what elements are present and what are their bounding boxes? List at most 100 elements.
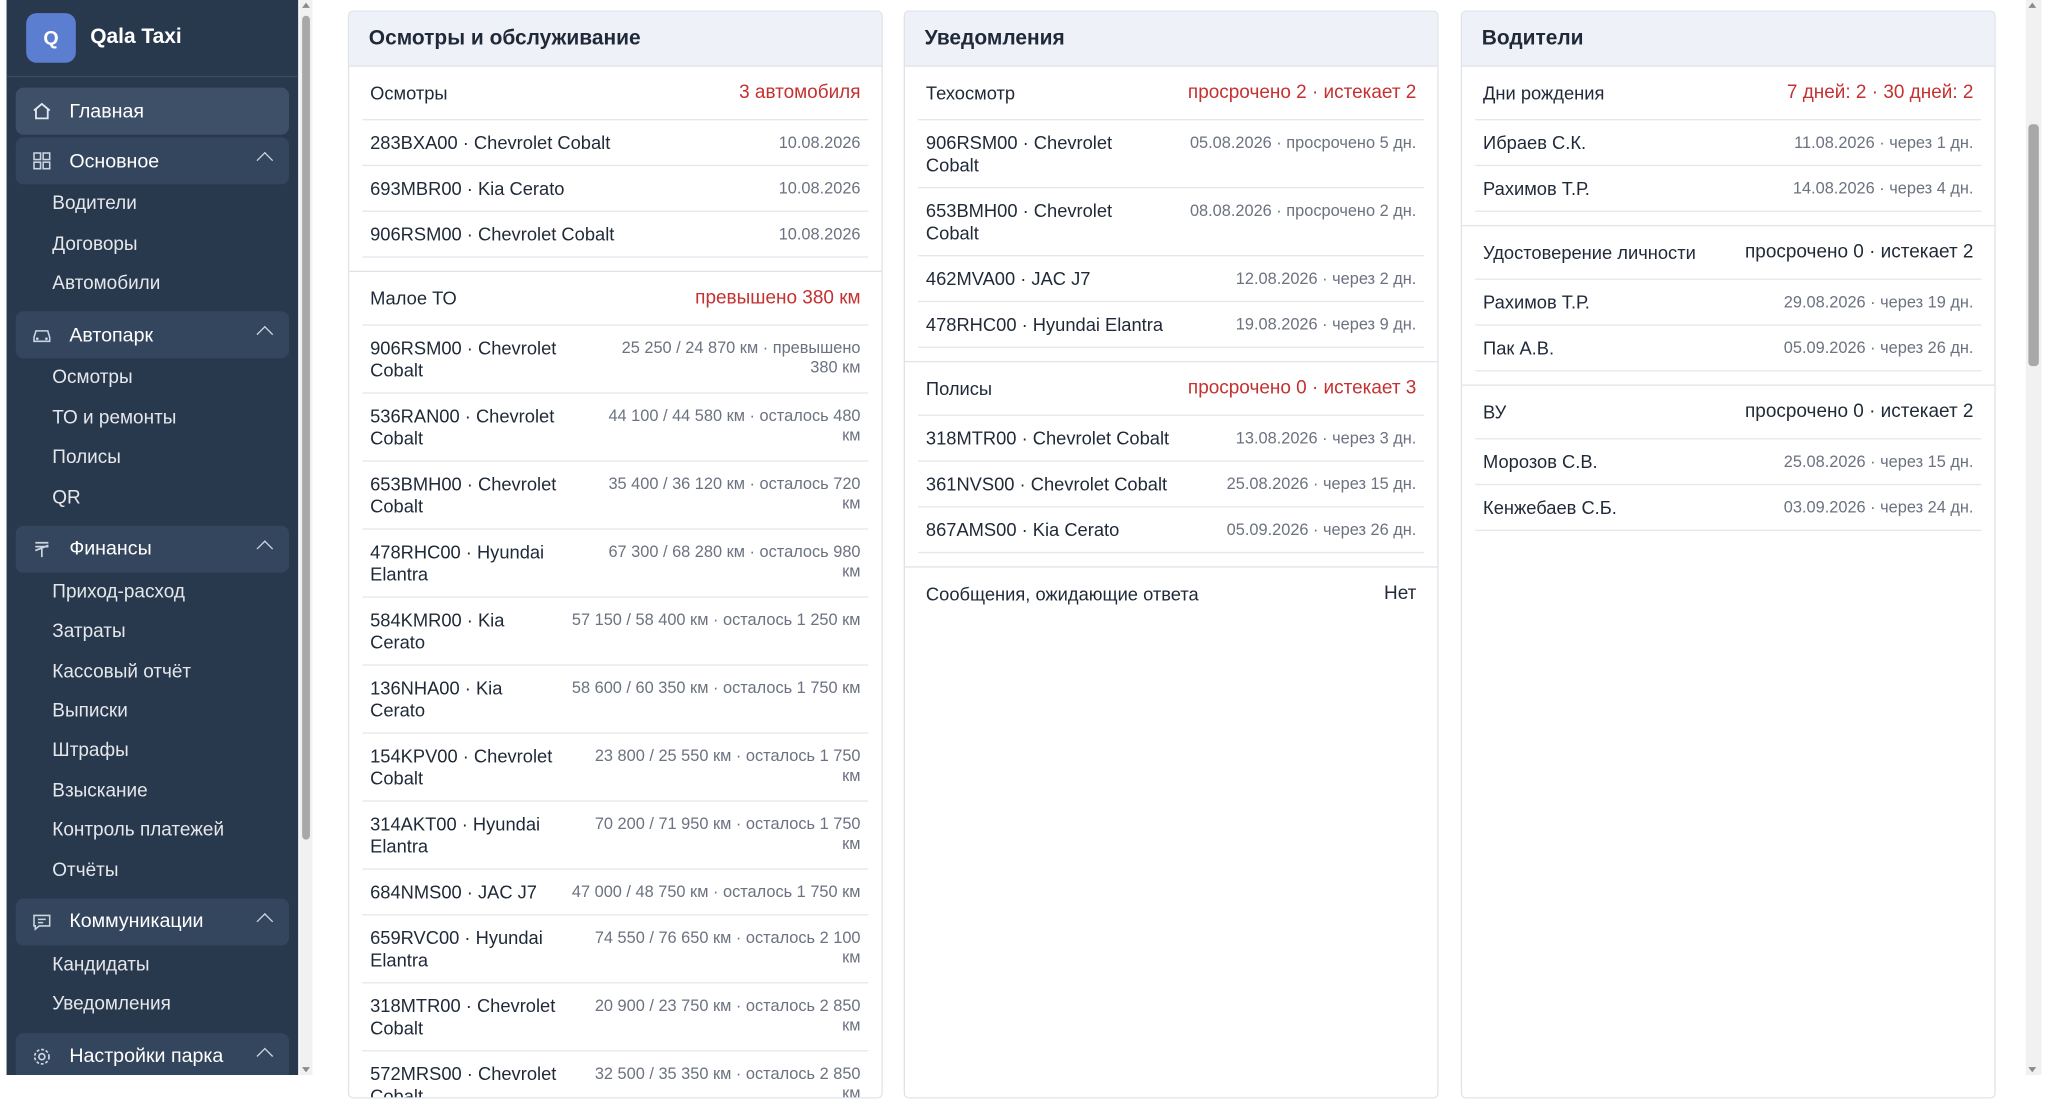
app-name: Qala Taxi bbox=[90, 26, 182, 49]
nav-item-statements[interactable]: Выписки bbox=[16, 692, 289, 732]
nav-section-main[interactable]: Основное bbox=[15, 137, 290, 185]
row-info: 03.09.2026 · через 24 дн. bbox=[1783, 498, 1974, 517]
list-item[interactable]: 314AKT00 · Hyundai Elantra 70 200 / 71 95… bbox=[362, 802, 869, 870]
nav-section-fleet-settings[interactable]: Настройки парка bbox=[15, 1032, 290, 1076]
list-item[interactable]: 361NVS00 · Chevrolet Cobalt 25.08.2026 · … bbox=[918, 462, 1425, 508]
nav-section-communications[interactable]: Коммуникации bbox=[15, 898, 290, 946]
row-info: 08.08.2026 · просрочено 2 дн. bbox=[1189, 201, 1417, 220]
car-name: 314AKT00 · Hyundai Elantra bbox=[370, 813, 541, 857]
divider bbox=[904, 348, 1438, 363]
chevron-up-icon[interactable] bbox=[256, 539, 274, 557]
nav-item-notifications[interactable]: Уведомления bbox=[16, 985, 289, 1025]
sidebar-nav: Главная Основное Водители Договоры Автом… bbox=[7, 77, 299, 1076]
list-item[interactable]: 653BMH00 · Chevrolet Cobalt 35 400 / 36 1… bbox=[362, 462, 869, 530]
section-label: Удостоверение личности bbox=[1483, 241, 1696, 263]
list-item[interactable]: 659RVC00 · Hyundai Elantra 74 550 / 76 65… bbox=[362, 915, 869, 984]
nav-item-cars[interactable]: Автомобили bbox=[16, 264, 289, 304]
list-item[interactable]: 478RHC00 · Hyundai Elantra 19.08.2026 · ч… bbox=[918, 302, 1425, 348]
row-info: 44 100 / 44 580 км · осталось 480 км bbox=[608, 406, 861, 445]
scroll-up-arrow-icon[interactable] bbox=[2028, 2, 2037, 8]
nav-item-qr[interactable]: QR bbox=[16, 478, 289, 518]
list-item[interactable]: 154KPV00 · Chevrolet Cobalt 23 800 / 25 5… bbox=[362, 734, 869, 802]
card-title: Водители bbox=[1462, 11, 1995, 67]
list-item[interactable]: 906RSM00 · Chevrolet Cobalt 25 250 / 24 8… bbox=[362, 326, 869, 394]
nav-item-cash-report[interactable]: Кассовый отчёт bbox=[16, 652, 289, 692]
license-section-header[interactable]: ВУ просрочено 0 · истекает 2 bbox=[1475, 386, 1982, 440]
list-item[interactable]: 136NHA00 · Kia Cerato 58 600 / 60 350 км … bbox=[362, 666, 869, 734]
list-item[interactable]: 584KMR00 · Kia Cerato 57 150 / 58 400 км … bbox=[362, 598, 869, 666]
row-info: 57 150 / 58 400 км · осталось 1 250 км bbox=[571, 610, 861, 630]
list-item[interactable]: 684NMS00 · JAC J7 47 000 / 48 750 км · ос… bbox=[362, 870, 869, 916]
nav-item-payment-control[interactable]: Контроль платежей bbox=[16, 811, 289, 851]
section-label: Осмотры bbox=[370, 82, 448, 104]
nav-item-expenses[interactable]: Затраты bbox=[16, 612, 289, 652]
card-title: Осмотры и обслуживание bbox=[349, 11, 882, 67]
list-item[interactable]: 867AMS00 · Kia Cerato 05.09.2026 · через … bbox=[918, 507, 1425, 554]
nav-item-collection[interactable]: Взыскание bbox=[16, 771, 289, 811]
section-label: Техосмотр bbox=[925, 82, 1016, 104]
chevron-up-icon[interactable] bbox=[256, 1047, 274, 1064]
list-item[interactable]: 462MVA00 · JAC J7 12.08.2026 · через 2 дн… bbox=[918, 256, 1425, 303]
app-logo: Q bbox=[26, 13, 76, 63]
driver-name: Рахимов Т.Р. bbox=[1483, 177, 1590, 199]
list-item[interactable]: 693MBR00 · Kia Cerato 10.08.2026 bbox=[362, 166, 869, 212]
nav-item-fines[interactable]: Штрафы bbox=[16, 731, 289, 771]
list-item[interactable]: 906RSM00 · Chevrolet Cobalt 05.08.2026 · … bbox=[918, 120, 1425, 189]
list-item[interactable]: 283BXA00 · Chevrolet Cobalt 10.08.2026 bbox=[362, 120, 869, 167]
messages-section-header[interactable]: Сообщения, ожидающие ответа Нет bbox=[918, 568, 1424, 620]
inspections-section-header[interactable]: Осмотры 3 автомобиля bbox=[362, 67, 869, 121]
list-item[interactable]: 653BMH00 · Chevrolet Cobalt 08.08.2026 · … bbox=[918, 188, 1425, 257]
row-info: 47 000 / 48 750 км · осталось 1 750 км bbox=[571, 882, 861, 902]
nav-item-candidates[interactable]: Кандидаты bbox=[16, 945, 289, 985]
row-info: 25.08.2026 · через 15 дн. bbox=[1226, 474, 1417, 494]
chevron-up-icon[interactable] bbox=[256, 912, 274, 930]
birthdays-section-header[interactable]: Дни рождения 7 дней: 2 · 30 дней: 2 bbox=[1475, 67, 1982, 121]
maintenance-section-header[interactable]: Малое ТО превышено 380 км bbox=[362, 272, 869, 326]
page-scrollbar-thumb[interactable] bbox=[2028, 124, 2039, 367]
scroll-up-arrow-icon[interactable] bbox=[302, 2, 310, 8]
list-item[interactable]: Рахимов Т.Р. 14.08.2026 · через 4 дн. bbox=[1475, 166, 1982, 212]
list-item[interactable]: Морозов С.В. 25.08.2026 · через 15 дн. bbox=[1475, 439, 1982, 486]
list-item[interactable]: 906RSM00 · Chevrolet Cobalt 10.08.2026 bbox=[362, 212, 869, 258]
brand[interactable]: Q Qala Taxi bbox=[6, 0, 299, 78]
chevron-up-icon[interactable] bbox=[256, 326, 274, 343]
status-badge: просрочено 0 · истекает 2 bbox=[1745, 401, 1974, 423]
list-item[interactable]: 572MRS00 · Chevrolet Cobalt 32 500 / 35 3… bbox=[362, 1051, 868, 1097]
scroll-down-arrow-icon[interactable] bbox=[302, 1067, 310, 1073]
status-badge: просрочено 2 · истекает 2 bbox=[1187, 82, 1417, 104]
sidebar-scrollbar-thumb[interactable] bbox=[302, 15, 310, 840]
scroll-down-arrow-icon[interactable] bbox=[2028, 1067, 2037, 1073]
list-item[interactable]: Рахимов Т.Р. 29.08.2026 · через 19 дн. bbox=[1475, 280, 1982, 326]
policies-section-header[interactable]: Полисы просрочено 0 · истекает 3 bbox=[918, 362, 1425, 416]
nav-item-maintenance[interactable]: ТО и ремонты bbox=[16, 398, 289, 438]
home-icon bbox=[31, 101, 52, 122]
nav-section-finance[interactable]: Финансы bbox=[15, 525, 290, 573]
sidebar-scrollbar[interactable] bbox=[299, 0, 313, 1076]
list-item[interactable]: Кенжебаев С.Б. 03.09.2026 · через 24 дн. bbox=[1475, 485, 1982, 531]
nav-item-drivers[interactable]: Водители bbox=[16, 184, 289, 224]
list-item[interactable]: 536RAN00 · Chevrolet Cobalt 44 100 / 44 5… bbox=[362, 394, 869, 462]
row-info: 23 800 / 25 550 км · осталось 1 750 км bbox=[594, 746, 861, 785]
car-name: 361NVS00 · Chevrolet Cobalt bbox=[925, 473, 1168, 495]
car-name: 906RSM00 · Chevrolet Cobalt bbox=[370, 223, 615, 245]
nav-item-policies[interactable]: Полисы bbox=[16, 438, 289, 478]
nav-item-inspections[interactable]: Осмотры bbox=[16, 359, 289, 399]
list-item[interactable]: Ибраев С.К. 11.08.2026 · через 1 дн. bbox=[1475, 120, 1982, 167]
page-scrollbar[interactable] bbox=[2025, 0, 2042, 1076]
nav-item-income-expense[interactable]: Приход-расход bbox=[16, 572, 289, 612]
nav-item-contracts[interactable]: Договоры bbox=[16, 224, 289, 264]
list-item[interactable]: 318MTR00 · Chevrolet Cobalt 13.08.2026 · … bbox=[918, 416, 1425, 462]
nav-section-fleet[interactable]: Автопарк bbox=[15, 311, 290, 359]
nav-item-reports[interactable]: Отчёты bbox=[16, 851, 289, 891]
chevron-up-icon[interactable] bbox=[256, 151, 274, 169]
car-name: 659RVC00 · Hyundai Elantra bbox=[370, 927, 543, 971]
list-item[interactable]: Пак А.В. 05.09.2026 · через 26 дн. bbox=[1475, 326, 1982, 372]
list-item[interactable]: 478RHC00 · Hyundai Elantra 67 300 / 68 28… bbox=[362, 530, 869, 598]
status-badge: 3 автомобиля bbox=[739, 82, 861, 104]
driver-name: Пак А.В. bbox=[1483, 337, 1555, 359]
id-card-section-header[interactable]: Удостоверение личности просрочено 0 · ис… bbox=[1475, 226, 1982, 280]
row-info: 25 250 / 24 870 км · превышено 380 км bbox=[621, 338, 861, 377]
nav-item-home[interactable]: Главная bbox=[15, 87, 290, 135]
list-item[interactable]: 318MTR00 · Chevrolet Cobalt 20 900 / 23 7… bbox=[362, 983, 869, 1052]
tech-inspection-section-header[interactable]: Техосмотр просрочено 2 · истекает 2 bbox=[918, 67, 1425, 121]
